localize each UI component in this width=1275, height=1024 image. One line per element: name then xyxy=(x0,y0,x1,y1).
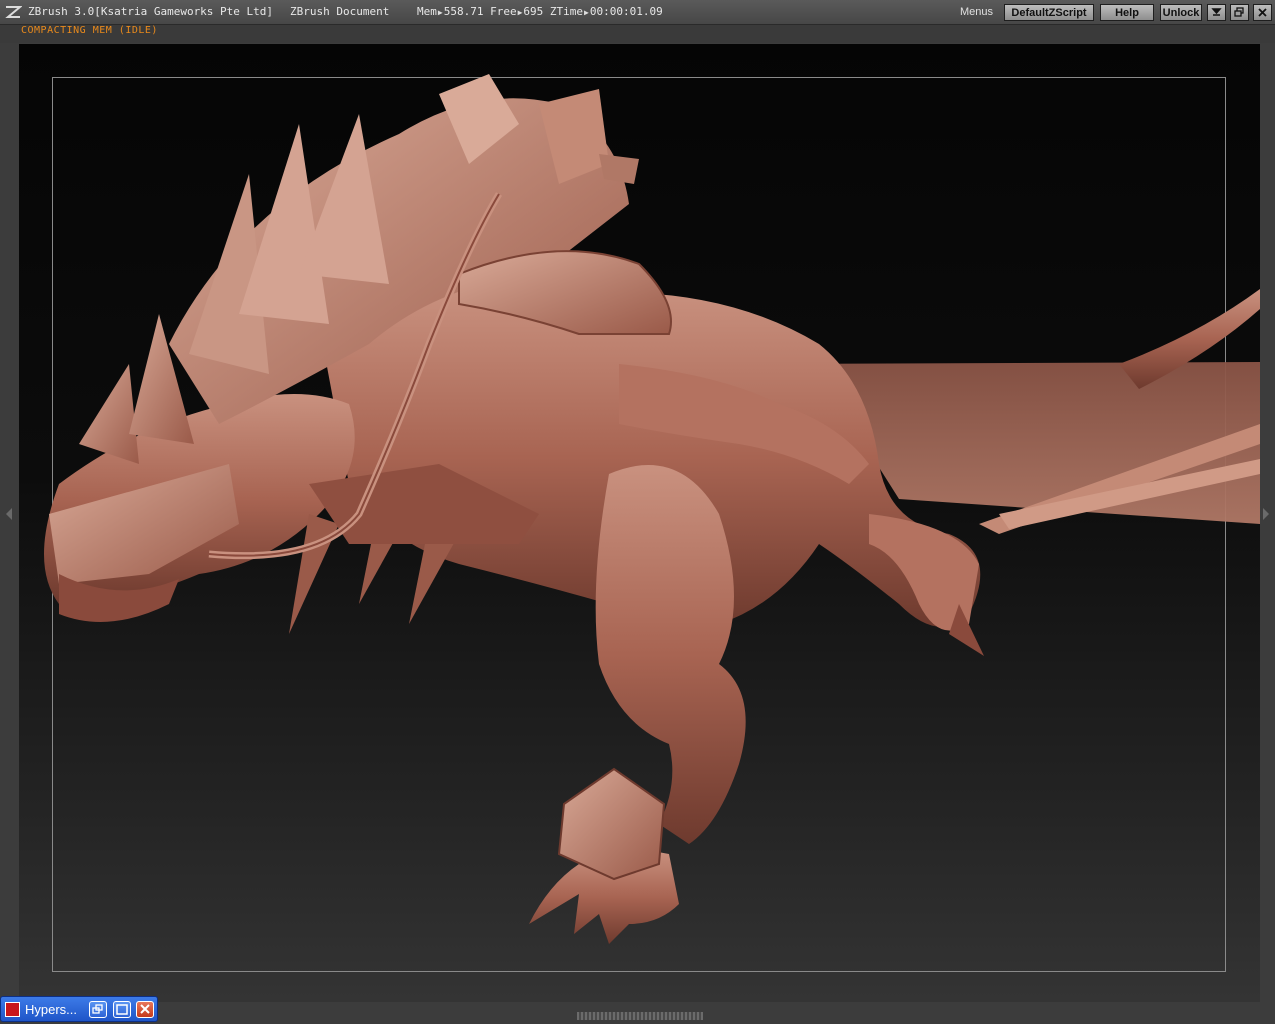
minimize-icon xyxy=(1211,8,1222,16)
document-title: ZBrush Document xyxy=(290,5,390,18)
default-zscript-button[interactable]: DefaultZScript xyxy=(1004,4,1094,21)
app-icon xyxy=(5,1002,20,1017)
dragon-sculpt-model xyxy=(44,74,1260,944)
taskbar-restore-button[interactable] xyxy=(89,1001,107,1018)
menus-toggle[interactable]: Menus xyxy=(960,6,993,18)
restore-button[interactable] xyxy=(1230,4,1249,21)
app-title: ZBrush 3.0[Ksatria Gameworks Pte Ltd] xyxy=(28,5,274,18)
minimize-button[interactable] xyxy=(1207,4,1226,21)
right-panel-toggle-icon[interactable] xyxy=(1263,508,1269,520)
memory-readout: Mem▶558.71 Free▶695 ZTime▶00:00:01.09 xyxy=(417,5,663,18)
ztime-value: 00:00:01.09 xyxy=(589,5,663,18)
bottom-tray-handle[interactable] xyxy=(577,1012,703,1020)
status-text: COMPACTING MEM (IDLE) xyxy=(21,25,158,36)
free-label: Free xyxy=(490,5,517,18)
taskbar-maximize-button[interactable] xyxy=(113,1001,131,1018)
help-button[interactable]: Help xyxy=(1100,4,1154,21)
taskbar-close-button[interactable] xyxy=(136,1001,154,1018)
taskbar-item[interactable]: Hypers... xyxy=(0,996,158,1022)
triangle-right-icon: ▶ xyxy=(584,8,589,17)
triangle-right-icon: ▶ xyxy=(437,8,443,17)
close-icon xyxy=(1258,8,1267,17)
zbrush-logo-icon xyxy=(5,6,22,18)
title-bar: ZBrush 3.0[Ksatria Gameworks Pte Ltd] ZB… xyxy=(0,0,1275,25)
restore-icon xyxy=(92,1004,103,1014)
ztime-label: ZTime xyxy=(549,5,584,18)
close-icon xyxy=(140,1004,150,1014)
taskbar-item-label: Hypers... xyxy=(25,1002,78,1017)
close-button[interactable] xyxy=(1253,4,1272,21)
maximize-icon xyxy=(116,1004,128,1015)
mem-label: Mem xyxy=(417,5,437,18)
restore-icon xyxy=(1234,7,1244,17)
free-value: 695 xyxy=(523,5,544,18)
document-canvas[interactable] xyxy=(19,44,1260,1002)
left-panel-toggle-icon[interactable] xyxy=(6,508,12,520)
unlock-button[interactable]: Unlock xyxy=(1160,4,1202,21)
status-bar: COMPACTING MEM (IDLE) xyxy=(0,25,1275,43)
mem-value: 558.71 xyxy=(443,5,484,18)
